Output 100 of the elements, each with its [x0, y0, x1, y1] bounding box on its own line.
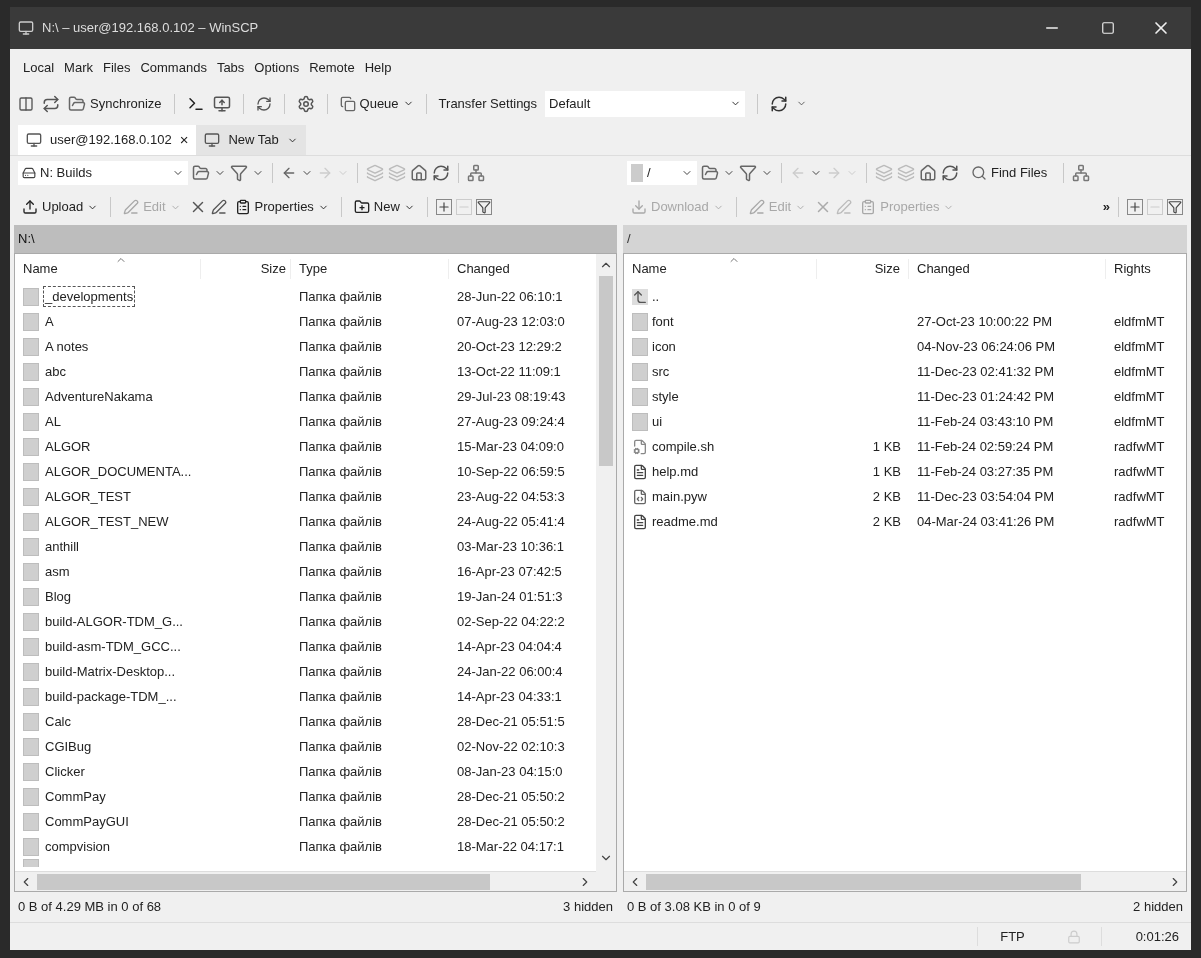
- menu-item[interactable]: Tabs: [211, 58, 250, 78]
- file-name[interactable]: ALGOR: [43, 435, 93, 458]
- column-header[interactable]: Changed: [909, 259, 1106, 279]
- scrollbar-thumb[interactable]: [646, 873, 1082, 890]
- file-name[interactable]: compvision: [43, 835, 113, 858]
- select-icon[interactable]: [435, 199, 452, 215]
- file-name[interactable]: _developments: [43, 285, 136, 308]
- file-name[interactable]: asm: [43, 560, 72, 583]
- select-icon[interactable]: [1127, 199, 1143, 215]
- computers-icon[interactable]: [212, 94, 231, 113]
- file-name[interactable]: ALGOR_DOCUMENTA...: [43, 460, 194, 483]
- menu-item[interactable]: Mark: [59, 58, 98, 78]
- sync-browse-icon[interactable]: [42, 94, 60, 113]
- filter-icon[interactable]: [230, 163, 248, 182]
- location-dropdown[interactable]: N: Builds: [18, 160, 188, 185]
- home-icon[interactable]: [410, 163, 428, 182]
- menu-item[interactable]: Files: [97, 58, 136, 78]
- toolbar-button[interactable]: Properties: [230, 193, 333, 221]
- file-name[interactable]: A notes: [43, 335, 91, 358]
- file-type: Папка файлів: [298, 462, 383, 481]
- scrollbar-thumb[interactable]: [37, 873, 491, 890]
- open-folder-icon[interactable]: [192, 163, 210, 182]
- refresh-icon[interactable]: [941, 163, 959, 182]
- file-date: 18-Mar-22 04:17:1: [456, 837, 565, 856]
- column-header[interactable]: Rights: [1106, 259, 1186, 279]
- file-name[interactable]: AL: [43, 410, 63, 433]
- file-name[interactable]: ALGOR_TEST: [43, 485, 133, 508]
- menu-item[interactable]: Help: [359, 58, 397, 78]
- lock-icon: [1067, 929, 1081, 944]
- file-type: Папка файлів: [298, 412, 383, 431]
- file-name[interactable]: build-package-TDM_...: [43, 685, 179, 708]
- column-header[interactable]: Name: [624, 259, 817, 279]
- session-tab[interactable]: user@192.168.0.102 ×: [18, 125, 197, 155]
- file-name[interactable]: font: [652, 311, 674, 332]
- file-name[interactable]: src: [652, 361, 670, 382]
- menu-item[interactable]: Commands: [135, 58, 212, 78]
- compare-icon[interactable]: [18, 95, 34, 112]
- file-name[interactable]: ALGOR_TEST_NEW: [43, 510, 171, 533]
- synchronize-button[interactable]: Synchronize: [68, 93, 162, 114]
- file-name[interactable]: abc: [43, 360, 68, 383]
- file-name[interactable]: help.md: [652, 461, 699, 482]
- properties-icon: [860, 199, 877, 215]
- refresh-icon[interactable]: [432, 163, 450, 182]
- file-date: 14-Apr-23 04:04:4: [456, 637, 563, 656]
- scrollbar-thumb[interactable]: [599, 276, 613, 466]
- rename-icon[interactable]: [210, 199, 227, 215]
- file-name[interactable]: CommPay: [43, 785, 108, 808]
- column-header[interactable]: Size: [817, 259, 909, 279]
- file-name[interactable]: compile.sh: [652, 436, 715, 457]
- file-date: 04-Mar-24 03:41:26 PM: [917, 513, 1055, 529]
- file-name[interactable]: build-asm-TDM_GCC...: [43, 635, 183, 658]
- column-header[interactable]: Changed: [449, 259, 596, 279]
- file-name[interactable]: CGIBug: [43, 735, 94, 758]
- menu-item[interactable]: Remote: [304, 58, 360, 78]
- file-type: Папка файлів: [298, 762, 383, 781]
- filter-icon[interactable]: [475, 199, 492, 215]
- tree-icon[interactable]: [467, 163, 485, 182]
- location-dropdown[interactable]: /: [627, 160, 697, 185]
- close-tab-text[interactable]: ×: [179, 128, 189, 152]
- column-header[interactable]: Type: [291, 259, 449, 279]
- file-name[interactable]: main.pyw: [652, 486, 707, 507]
- session-time: 0:01:26: [1101, 926, 1191, 947]
- file-name[interactable]: icon: [652, 336, 676, 357]
- home-icon[interactable]: [919, 163, 937, 182]
- file-name[interactable]: build-Matrix-Desktop...: [43, 660, 178, 683]
- column-header[interactable]: Name: [15, 259, 201, 279]
- file-date: 14-Apr-23 04:33:1: [456, 687, 563, 706]
- file-name[interactable]: CommPayGUI: [43, 810, 131, 833]
- toolbar-button[interactable]: Upload: [18, 193, 103, 221]
- file-name[interactable]: A: [43, 310, 56, 333]
- queue-button[interactable]: Queue: [339, 93, 414, 114]
- file-type: Папка файлів: [298, 662, 383, 681]
- open-folder-icon[interactable]: [701, 163, 719, 182]
- menu-item[interactable]: Options: [249, 58, 305, 78]
- parent-folder-icon: [632, 288, 648, 305]
- menu-item[interactable]: Local: [18, 58, 60, 78]
- filter-icon[interactable]: [1167, 199, 1183, 215]
- column-header[interactable]: Size: [201, 259, 291, 279]
- session-tab[interactable]: New Tab: [196, 125, 306, 155]
- file-name[interactable]: build-ALGOR-TDM_G...: [43, 610, 185, 633]
- file-name[interactable]: Calc: [43, 710, 73, 733]
- file-name[interactable]: anthill: [43, 535, 81, 558]
- sync-icon[interactable]: [770, 94, 789, 113]
- file-name[interactable]: readme.md: [652, 511, 718, 532]
- transfer-preset-dropdown[interactable]: Default: [545, 90, 746, 117]
- maximize-icon[interactable]: [1101, 21, 1115, 35]
- file-name[interactable]: ..: [652, 286, 660, 307]
- settings-icon[interactable]: [296, 94, 315, 113]
- file-name[interactable]: AdventureNakama: [43, 385, 155, 408]
- file-name[interactable]: Blog: [43, 585, 74, 608]
- find-files-button[interactable]: Find Files: [963, 159, 1056, 186]
- toolbar-button[interactable]: New: [349, 193, 419, 221]
- tree-icon[interactable]: [1072, 163, 1091, 182]
- file-name[interactable]: style: [652, 386, 679, 407]
- refresh-icon[interactable]: [255, 95, 272, 112]
- file-name[interactable]: Clicker: [43, 760, 87, 783]
- more-text[interactable]: »: [1102, 197, 1110, 217]
- file-name[interactable]: ui: [652, 411, 663, 432]
- file-date: 19-Jan-24 01:51:3: [456, 587, 564, 606]
- filter-icon[interactable]: [739, 163, 757, 182]
